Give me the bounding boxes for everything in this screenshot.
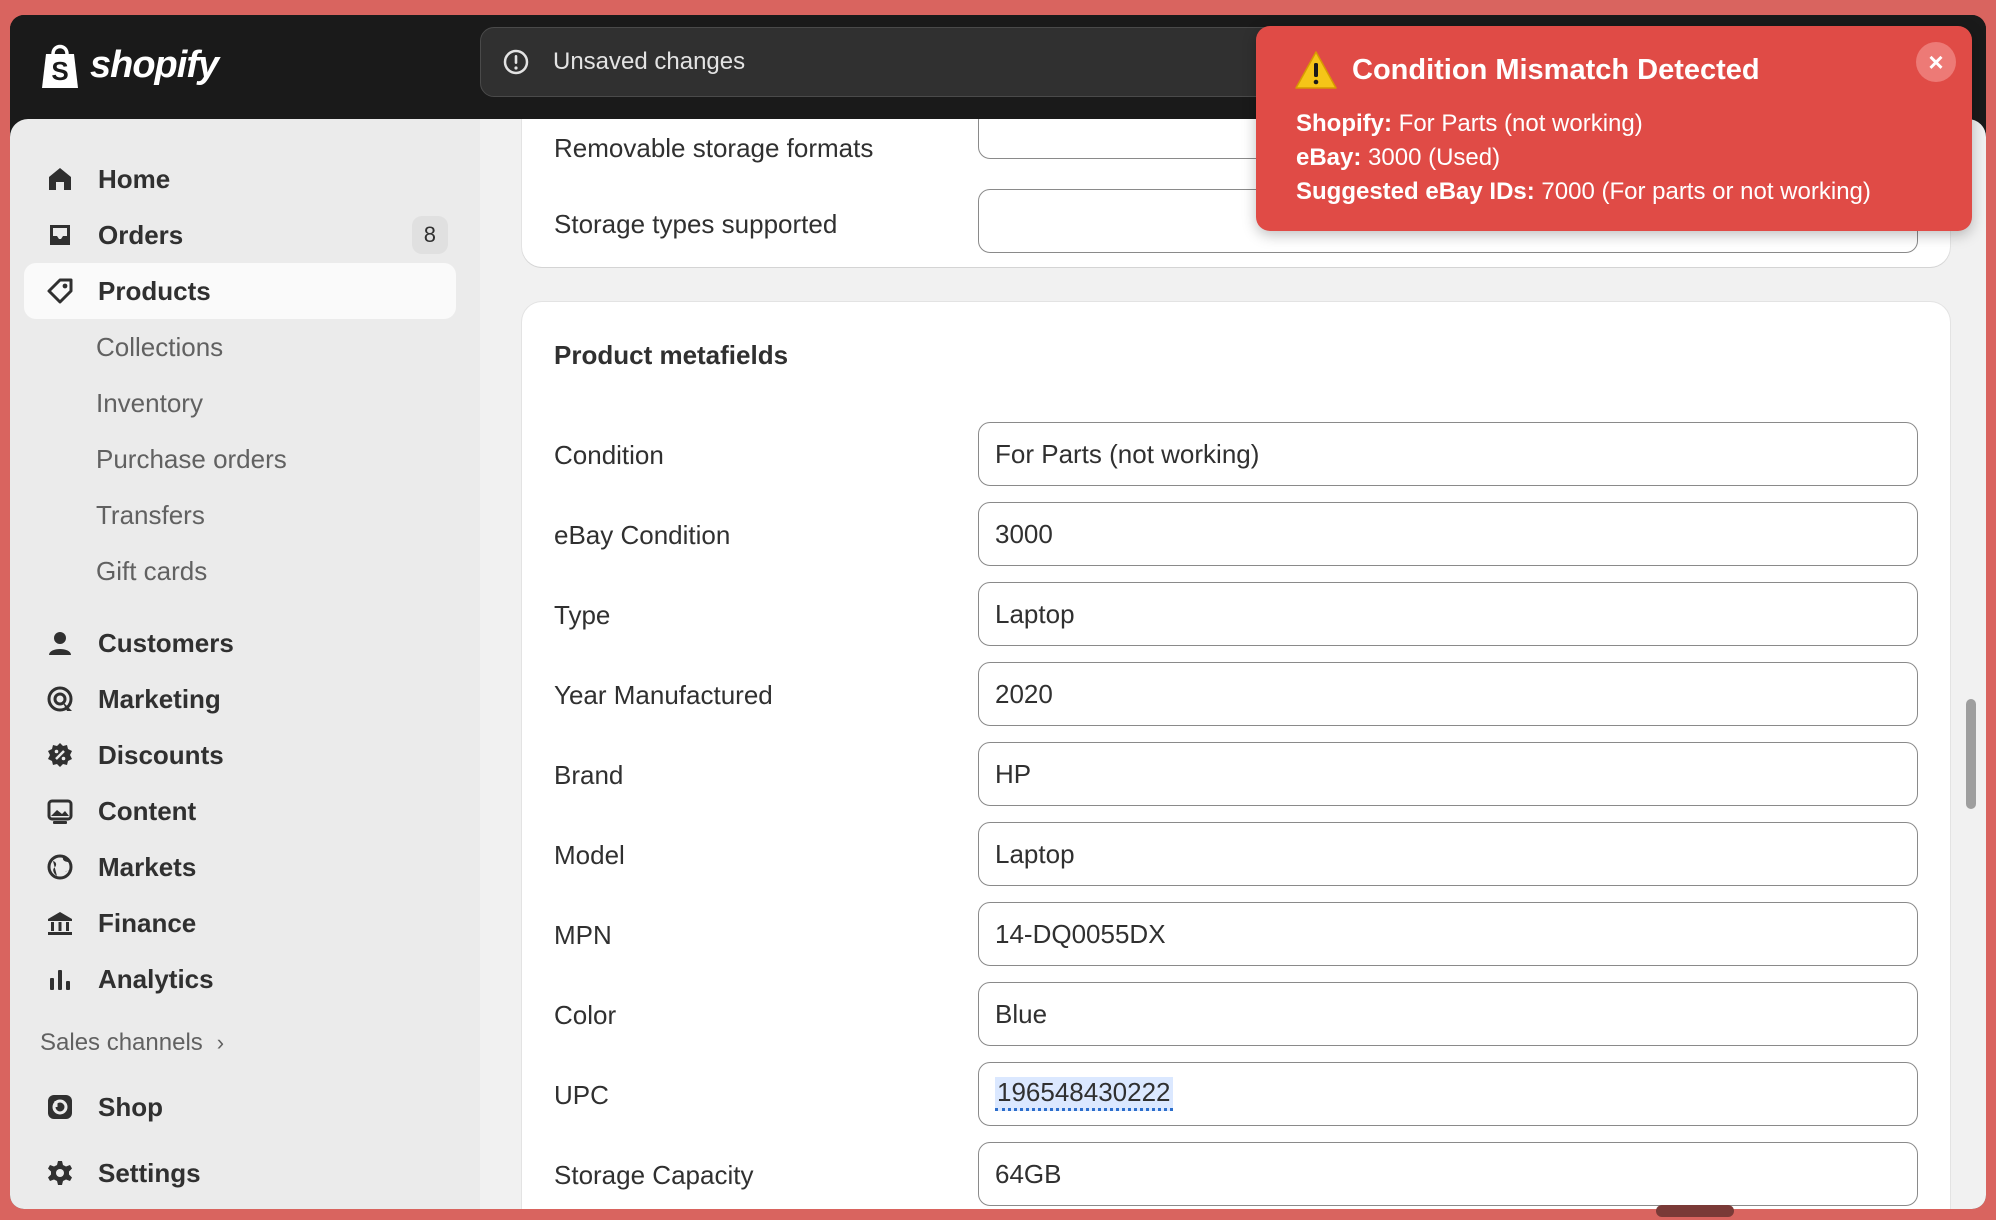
ebay-condition-input[interactable]: 3000 bbox=[978, 502, 1918, 566]
condition-mismatch-toast: Condition Mismatch Detected Shopify: For… bbox=[1256, 26, 1972, 231]
sidebar-subitem-purchase-orders[interactable]: Purchase orders bbox=[96, 431, 287, 487]
storage-capacity-input[interactable]: 64GB bbox=[978, 1142, 1918, 1206]
storage-types-label: Storage types supported bbox=[554, 209, 838, 239]
year-manufactured-label: Year Manufactured bbox=[554, 680, 773, 710]
toast-ebay-value: 3000 (Used) bbox=[1361, 144, 1501, 171]
toast-shopify-line: Shopify: For Parts (not working) bbox=[1296, 110, 1643, 138]
shopify-bag-icon: S bbox=[42, 44, 78, 88]
sidebar-item-content[interactable]: Content bbox=[24, 783, 456, 839]
sidebar-item-settings[interactable]: Settings bbox=[24, 1145, 456, 1201]
model-input[interactable]: Laptop bbox=[978, 822, 1918, 886]
brand-label: Brand bbox=[554, 760, 624, 790]
model-label: Model bbox=[554, 840, 625, 870]
main-content: Removable storage formats Storage types … bbox=[480, 119, 1986, 1209]
product-metafields-card: Product metafields Condition For Parts (… bbox=[522, 302, 1950, 1209]
unsaved-changes-text: Unsaved changes bbox=[553, 48, 746, 75]
color-input[interactable]: Blue bbox=[978, 982, 1918, 1046]
sidebar-subitem-inventory[interactable]: Inventory bbox=[96, 375, 203, 431]
upc-label: UPC bbox=[554, 1080, 609, 1110]
sidebar-item-label: Home bbox=[98, 163, 171, 194]
sidebar-item-discounts[interactable]: Discounts bbox=[24, 727, 456, 783]
upc-input[interactable]: 196548430222 bbox=[978, 1062, 1918, 1126]
discount-icon bbox=[44, 739, 76, 771]
sidebar-item-customers[interactable]: Customers bbox=[24, 615, 456, 671]
bank-icon bbox=[44, 907, 76, 939]
card-title: Product metafields bbox=[554, 340, 789, 370]
sidebar-item-label: Customers bbox=[98, 627, 234, 658]
warning-icon bbox=[1295, 51, 1337, 89]
sidebar-item-home[interactable]: Home bbox=[24, 151, 456, 207]
ebay-condition-label: eBay Condition bbox=[554, 520, 731, 550]
removable-storage-label: Removable storage formats bbox=[554, 133, 874, 163]
type-label: Type bbox=[554, 600, 611, 630]
toast-shopify-value: For Parts (not working) bbox=[1392, 110, 1643, 137]
gear-icon bbox=[44, 1157, 76, 1189]
brand-input[interactable]: HP bbox=[978, 742, 1918, 806]
toast-suggested-label: Suggested eBay IDs: bbox=[1296, 178, 1535, 205]
sidebar-item-products[interactable]: Products bbox=[24, 263, 456, 319]
sidebar-subitem-gift-cards[interactable]: Gift cards bbox=[96, 543, 207, 599]
toast-suggested-line: Suggested eBay IDs: 7000 (For parts or n… bbox=[1296, 178, 1871, 206]
upc-value-selected: 196548430222 bbox=[995, 1077, 1173, 1111]
sidebar-item-analytics[interactable]: Analytics bbox=[24, 951, 456, 1007]
sidebar-item-label: Analytics bbox=[98, 963, 214, 994]
inbox-icon bbox=[44, 219, 76, 251]
sidebar-item-label: Markets bbox=[98, 851, 197, 882]
mpn-label: MPN bbox=[554, 920, 612, 950]
chevron-right-icon: › bbox=[216, 1030, 225, 1055]
shop-icon bbox=[44, 1091, 76, 1123]
logo-text: shopify bbox=[90, 43, 219, 86]
sidebar-item-label: Finance bbox=[98, 907, 197, 938]
sidebar-item-label: Discounts bbox=[98, 739, 224, 770]
shopify-logo[interactable]: S shopify bbox=[38, 37, 219, 93]
person-icon bbox=[44, 627, 76, 659]
mpn-input[interactable]: 14-DQ0055DX bbox=[978, 902, 1918, 966]
sidebar-subitem-collections[interactable]: Collections bbox=[96, 319, 223, 375]
sidebar-item-label: Orders bbox=[98, 219, 184, 250]
bar-chart-icon bbox=[44, 963, 76, 995]
color-label: Color bbox=[554, 1000, 617, 1030]
tag-icon bbox=[44, 275, 76, 307]
image-icon bbox=[44, 795, 76, 827]
vertical-scrollbar[interactable] bbox=[1966, 699, 1976, 809]
sidebar-subitem-transfers[interactable]: Transfers bbox=[96, 487, 205, 543]
target-icon bbox=[44, 683, 76, 715]
toast-suggested-value: 7000 (For parts or not working) bbox=[1534, 178, 1871, 205]
storage-capacity-label: Storage Capacity bbox=[554, 1160, 754, 1190]
sidebar-item-markets[interactable]: Markets bbox=[24, 839, 456, 895]
sidebar-item-label: Content bbox=[98, 795, 197, 826]
condition-label: Condition bbox=[554, 440, 664, 470]
bottom-scroll-handle[interactable] bbox=[1656, 1205, 1734, 1217]
sidebar-item-label: Marketing bbox=[98, 683, 221, 714]
sidebar-item-marketing[interactable]: Marketing bbox=[24, 671, 456, 727]
toast-ebay-label: eBay: bbox=[1296, 144, 1362, 171]
sales-channels-heading[interactable]: Sales channels › bbox=[40, 1029, 224, 1057]
globe-icon bbox=[44, 851, 76, 883]
sidebar-item-orders[interactable]: Orders 8 bbox=[24, 207, 456, 263]
sidebar-item-finance[interactable]: Finance bbox=[24, 895, 456, 951]
alert-circle-icon bbox=[503, 49, 529, 75]
sidebar: Home Orders 8 Products Collections Inven… bbox=[10, 119, 480, 1209]
year-manufactured-input[interactable]: 2020 bbox=[978, 662, 1918, 726]
sidebar-item-label: Shop bbox=[98, 1091, 163, 1122]
svg-text:S: S bbox=[51, 56, 68, 86]
type-input[interactable]: Laptop bbox=[978, 582, 1918, 646]
sidebar-item-label: Settings bbox=[98, 1157, 201, 1188]
toast-shopify-label: Shopify: bbox=[1296, 110, 1392, 137]
orders-count-badge: 8 bbox=[411, 216, 448, 254]
toast-title: Condition Mismatch Detected bbox=[1352, 54, 1760, 86]
sidebar-item-label: Products bbox=[98, 275, 211, 306]
sales-channels-label: Sales channels bbox=[40, 1029, 203, 1056]
condition-input[interactable]: For Parts (not working) bbox=[978, 422, 1918, 486]
sidebar-item-shop[interactable]: Shop bbox=[24, 1079, 456, 1135]
home-icon bbox=[44, 163, 76, 195]
toast-ebay-line: eBay: 3000 (Used) bbox=[1296, 144, 1500, 172]
close-icon[interactable]: × bbox=[1916, 42, 1956, 82]
